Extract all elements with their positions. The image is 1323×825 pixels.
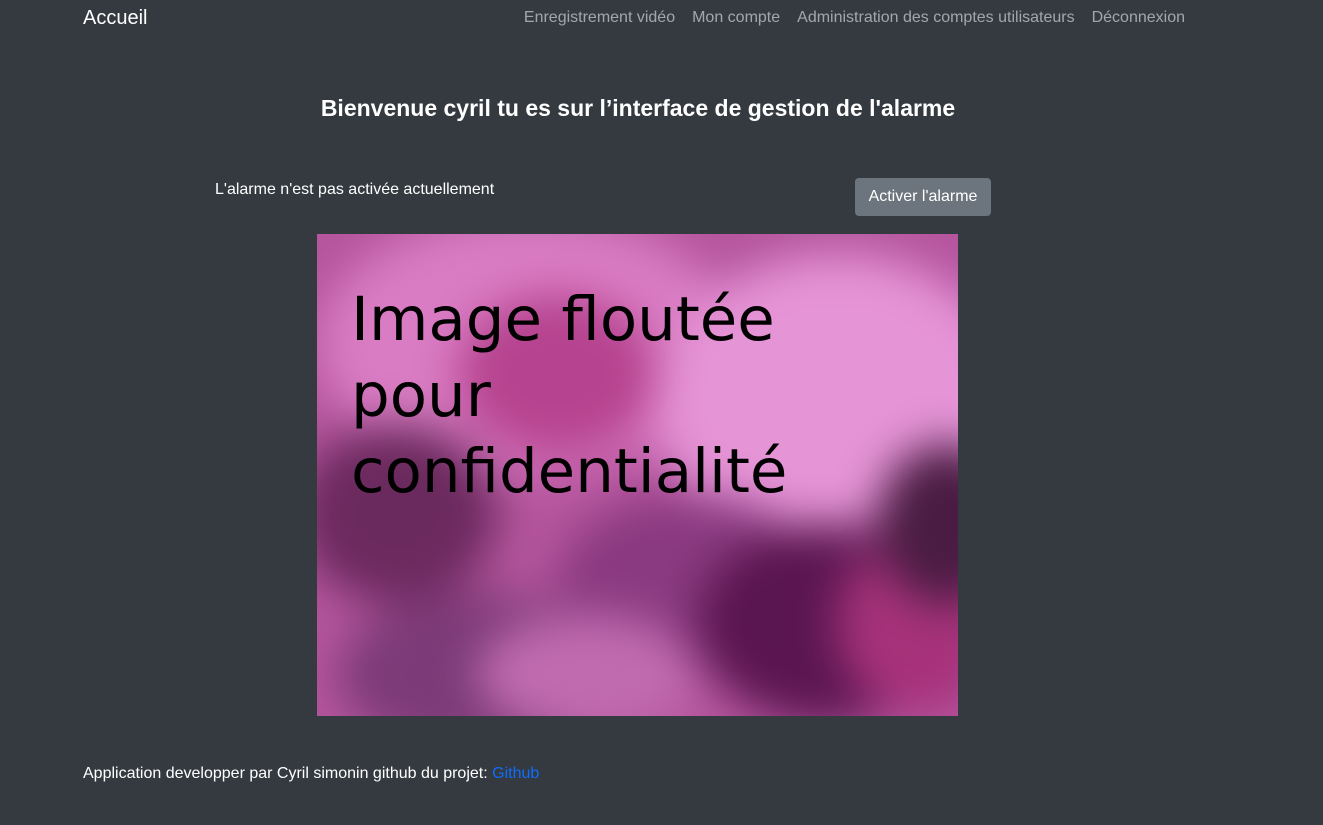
nav-link-user-admin[interactable]: Administration des comptes utilisateurs [797,9,1074,27]
nav-link-logout[interactable]: Déconnexion [1092,9,1185,27]
nav-links: Enregistrement vidéo Mon compte Administ… [524,9,1185,27]
top-navbar: Accueil Enregistrement vidéo Mon compte … [0,0,1323,38]
nav-link-my-account[interactable]: Mon compte [692,9,780,27]
alarm-status-text: L'alarme n'est pas activée actuellement [215,181,495,198]
footer: Application developper par Cyril simonin… [83,765,539,783]
camera-feed-image: Image floutée pour confidentialité [317,234,958,716]
page-title: Bienvenue cyril tu es sur l’interface de… [320,95,956,121]
activate-alarm-button[interactable]: Activer l'alarme [855,178,991,216]
github-link[interactable]: Github [492,765,539,782]
privacy-overlay-text: Image floutée pour confidentialité [351,284,788,507]
brand-home-link[interactable]: Accueil [83,7,147,30]
footer-text: Application developper par Cyril simonin… [83,765,493,782]
nav-link-video-recording[interactable]: Enregistrement vidéo [524,9,675,27]
